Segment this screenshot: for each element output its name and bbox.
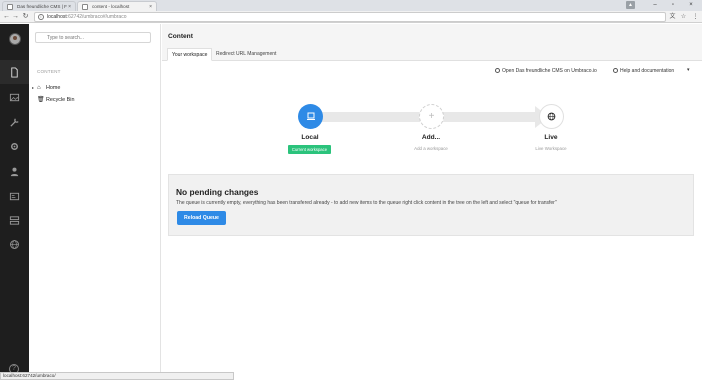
help-docs-label: Help and documentation <box>620 68 675 74</box>
section-nav: ? <box>0 24 29 380</box>
tab-redirect-url-management[interactable]: Redirect URL Management <box>212 48 280 61</box>
help-docs-link[interactable]: Help and documentation <box>610 66 677 76</box>
umbraco-app: ? CONTENT ▸⌂Home 🗑Recycle Bin Content Yo… <box>0 24 702 380</box>
close-tab-icon[interactable]: × <box>149 2 152 11</box>
cloud-icon <box>495 68 500 73</box>
tree-heading: CONTENT <box>37 69 61 74</box>
image-icon <box>9 93 20 101</box>
info-icon[interactable]: i <box>38 14 44 20</box>
maximize-icon[interactable]: ▫ <box>664 0 682 11</box>
document-icon <box>11 66 18 78</box>
reload-queue-button[interactable]: Reload Queue <box>177 211 226 225</box>
minimize-icon[interactable]: – <box>646 0 664 11</box>
close-tab-icon[interactable]: × <box>68 2 71 11</box>
page-title: Content <box>168 33 193 40</box>
main-panel: Content Your workspace Redirect URL Mana… <box>162 24 702 380</box>
page-favicon-icon <box>7 4 13 10</box>
browser-toolbar: ← → ↻ i localhost:62742/umbraco#/umbraco… <box>0 11 702 23</box>
tree-item-label: Home <box>46 85 61 91</box>
browser-tab-bar: Das freundliche CMS | F × content - loca… <box>0 0 702 11</box>
question-icon <box>613 68 618 73</box>
panel-description: The queue is currently empty, everything… <box>176 200 557 206</box>
browser-tab-title: Das freundliche CMS | F <box>17 4 67 9</box>
panel-title: No pending changes <box>176 187 259 197</box>
browser-tab[interactable]: Das freundliche CMS | F × <box>2 1 76 11</box>
main-tabs: Your workspace Redirect URL Management <box>162 48 702 61</box>
search-input[interactable] <box>35 32 151 43</box>
bookmark-star-icon[interactable]: ☆ <box>679 12 688 22</box>
open-cloud-label: Open Das freundliche CMS on Umbraco.io <box>502 68 597 74</box>
back-icon[interactable]: ← <box>2 12 11 22</box>
main-header: Content <box>162 24 702 48</box>
browser-tab-title: content - localhost <box>92 4 130 9</box>
id-card-icon <box>9 192 20 200</box>
page-favicon-icon <box>82 4 88 10</box>
section-content[interactable] <box>0 60 29 84</box>
laptop-icon <box>306 112 315 120</box>
step-live-circle <box>539 104 564 129</box>
tree-item-home[interactable]: ▸ ⌂ Home <box>32 83 60 93</box>
section-media[interactable] <box>0 85 29 109</box>
section-settings[interactable] <box>0 110 29 134</box>
status-badge: Current workspace <box>288 145 331 154</box>
section-developer[interactable] <box>0 134 29 158</box>
wrench-icon <box>10 117 19 127</box>
reload-icon[interactable]: ↻ <box>21 12 30 22</box>
chevron-down-icon[interactable]: ▾ <box>687 67 690 73</box>
step-add-sub: Add a workspace <box>414 146 448 151</box>
step-add-label: Add... <box>421 134 441 141</box>
content-tree: CONTENT ▸⌂Home 🗑Recycle Bin <box>29 24 161 380</box>
window-close-icon[interactable]: × <box>682 0 700 11</box>
menu-kebab-icon[interactable]: ⋮ <box>691 12 700 22</box>
tree-item-label: Recycle Bin <box>46 97 75 103</box>
url-path: :62742/umbraco#/umbraco <box>66 14 127 20</box>
step-local-circle <box>298 104 323 129</box>
plus-icon: + <box>428 111 435 122</box>
section-users[interactable] <box>0 159 29 183</box>
step-live-sub: Live Workspace <box>535 146 567 151</box>
tree-item-recycle-bin[interactable]: 🗑Recycle Bin <box>32 95 74 105</box>
tab-your-workspace[interactable]: Your workspace <box>167 48 213 61</box>
form-icon <box>9 215 20 225</box>
status-bar: localhost:62742/umbraco/ <box>0 372 234 380</box>
section-translation[interactable] <box>0 232 29 256</box>
avatar[interactable] <box>9 33 21 45</box>
section-forms[interactable] <box>0 208 29 232</box>
home-icon: ⌂ <box>37 85 41 91</box>
browser-tab-active[interactable]: content - localhost × <box>77 1 157 11</box>
trash-icon: 🗑 <box>37 97 45 103</box>
pending-changes-panel: No pending changes The queue is currentl… <box>168 174 694 236</box>
user-icon <box>10 167 19 176</box>
gear-icon <box>11 142 18 150</box>
address-bar[interactable]: i localhost:62742/umbraco#/umbraco <box>34 12 666 22</box>
translate-icon[interactable]: 文 <box>668 12 677 22</box>
forward-icon[interactable]: → <box>11 12 20 22</box>
profile-icon[interactable]: ▲ <box>626 1 635 9</box>
url-host: localhost <box>47 14 67 20</box>
section-members[interactable] <box>0 184 29 208</box>
globe-icon <box>10 239 19 249</box>
globe-icon <box>547 112 556 121</box>
step-live-label: Live <box>544 134 558 141</box>
open-cloud-link[interactable]: Open Das freundliche CMS on Umbraco.io <box>492 66 600 76</box>
step-local-label: Local <box>301 134 319 141</box>
step-add-circle[interactable]: + <box>419 104 444 129</box>
